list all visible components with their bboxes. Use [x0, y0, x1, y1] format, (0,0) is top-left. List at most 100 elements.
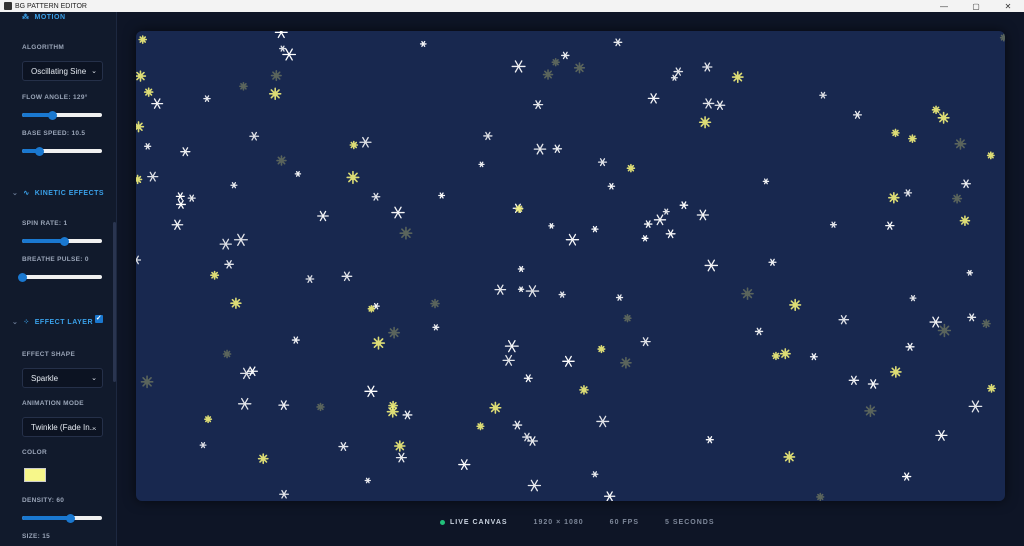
density-slider[interactable]: [22, 513, 102, 523]
snowflake: [230, 182, 238, 189]
snowflake: [512, 420, 523, 430]
sparkle: [816, 492, 825, 501]
sparkle: [908, 134, 917, 143]
snowflake: [233, 233, 248, 246]
animation-mode-select[interactable]: Twinkle (Fade In... ⌄: [22, 417, 103, 437]
live-dot-icon: [440, 520, 445, 525]
sparkle: [937, 323, 952, 338]
effect-shape-select[interactable]: Sparkle ⌄: [22, 368, 103, 388]
sparkle: [143, 87, 154, 97]
sparkle: [864, 404, 877, 418]
snowflake: [809, 353, 818, 361]
snowflake: [305, 275, 315, 283]
sparkle: [891, 128, 900, 138]
snowflake: [203, 95, 211, 102]
snowflake: [702, 98, 715, 109]
sparkle: [937, 111, 950, 124]
snowflake: [848, 375, 860, 385]
effect-layer-checkbox[interactable]: ✓: [95, 315, 103, 323]
snowflake: [597, 158, 608, 167]
snowflake: [187, 194, 196, 202]
sparkle: [257, 453, 269, 465]
snowflake: [591, 225, 599, 233]
sparkle: [388, 326, 401, 339]
snowflake: [402, 410, 413, 420]
snowflake: [902, 472, 912, 481]
snowflake: [653, 214, 667, 226]
maximize-button[interactable]: ▢: [960, 2, 992, 11]
snowflake: [607, 182, 616, 190]
snowflake: [483, 131, 493, 141]
sparkle: [987, 383, 996, 393]
snowflake: [714, 100, 726, 111]
sparkle: [999, 33, 1005, 42]
snowflake: [517, 286, 525, 293]
size-label: SIZE: 15: [22, 533, 51, 540]
snowflake: [432, 324, 440, 331]
base-speed-slider[interactable]: [22, 146, 102, 156]
color-label: COLOR: [22, 449, 47, 456]
sparkle: [771, 351, 781, 361]
sparkle: [579, 385, 589, 395]
section-title: MOTION: [34, 13, 66, 21]
snowflake: [317, 210, 329, 222]
snowflake: [517, 265, 525, 273]
spin-rate-slider[interactable]: [22, 236, 102, 246]
snowflake: [511, 60, 526, 73]
sparkle: [779, 348, 791, 360]
sparkle: [931, 105, 941, 115]
snowflake: [558, 291, 566, 298]
snowflake: [603, 491, 616, 501]
close-button[interactable]: ✕: [992, 2, 1024, 11]
base-speed-label: BASE SPEED: 10.5: [22, 130, 86, 137]
chevron-down-icon: ⌄: [12, 190, 19, 197]
sparkle: [136, 70, 147, 82]
snowflake: [662, 208, 670, 215]
density-label: DENSITY: 60: [22, 497, 65, 504]
section-motion[interactable]: ⁂ MOTION: [22, 13, 66, 22]
algorithm-value: Oscillating Sine: [31, 66, 87, 76]
snowflake: [478, 161, 485, 168]
section-kinetic-effects[interactable]: ⌄ ∿ KINETIC EFFECTS: [12, 189, 104, 198]
snowflake: [640, 337, 651, 347]
snowflake: [561, 51, 570, 60]
sidebar-scrollbar[interactable]: [113, 222, 116, 382]
snowflake: [175, 192, 185, 201]
snowflake: [341, 271, 353, 282]
sparkle: [371, 336, 386, 350]
effect-shape-value: Sparkle: [31, 373, 59, 383]
snowflake: [548, 223, 555, 229]
snowflake: [613, 38, 623, 47]
sparkle: [430, 298, 440, 309]
sparkle: [952, 193, 963, 204]
algorithm-select[interactable]: Oscillating Sine ⌄: [22, 61, 103, 81]
snowflake: [175, 200, 186, 209]
sparkle: [204, 415, 213, 424]
snowflake: [702, 62, 713, 72]
breathe-pulse-label: BREATHE PULSE: 0: [22, 256, 89, 263]
snowflake: [665, 229, 676, 239]
chevron-down-icon: ⌄: [12, 319, 19, 326]
section-effect-layer[interactable]: ⌄ ⁘ EFFECT LAYER: [12, 318, 93, 327]
sparkle: [394, 440, 406, 452]
snowflake: [762, 178, 770, 185]
snowflake: [458, 459, 471, 470]
live-canvas[interactable]: [136, 31, 1005, 501]
snowflake: [338, 442, 349, 451]
sparkle: [623, 314, 632, 323]
sparkle: [981, 319, 991, 329]
animation-mode-value: Twinkle (Fade In...: [31, 422, 97, 432]
minimize-button[interactable]: —: [928, 2, 960, 11]
snowflake: [929, 316, 943, 328]
color-swatch[interactable]: [24, 468, 46, 482]
snowflake: [438, 192, 446, 199]
snowflake: [903, 189, 913, 197]
spin-rate-label: SPIN RATE: 1: [22, 220, 68, 227]
section-title: EFFECT LAYER: [34, 318, 93, 326]
breathe-pulse-slider[interactable]: [18, 272, 102, 282]
status-bar: LIVE CANVAS 1920 × 1080 60 FPS 5 SECONDS: [440, 519, 715, 526]
flow-angle-slider[interactable]: [22, 110, 102, 120]
animation-mode-label: ANIMATION MODE: [22, 400, 84, 407]
snowflake: [829, 221, 837, 228]
live-indicator: LIVE CANVAS: [440, 519, 508, 526]
